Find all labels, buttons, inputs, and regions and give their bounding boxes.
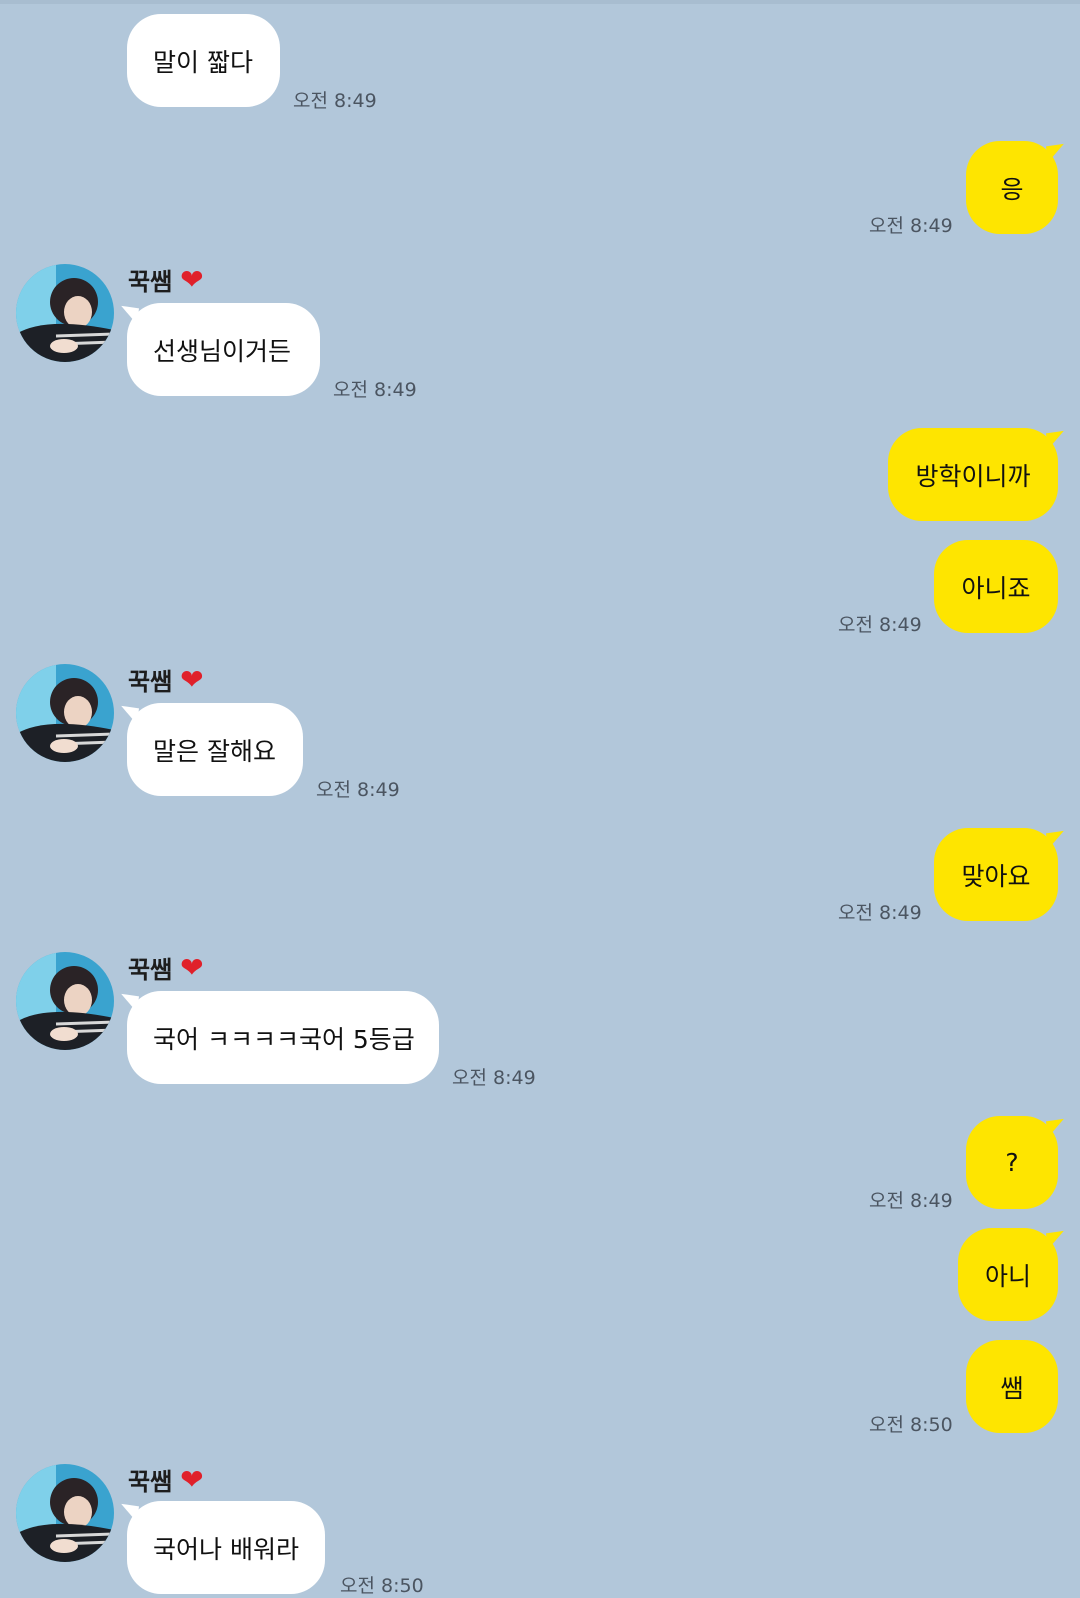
message-bubble-incoming[interactable]: 선생님이거든: [127, 303, 320, 396]
message-time: 오전 8:49: [838, 902, 922, 924]
heart-icon: ❤: [180, 1462, 204, 1496]
message-bubble-outgoing[interactable]: 맞아요: [934, 828, 1058, 921]
avatar-photo: [16, 264, 114, 362]
message-time: 오전 8:49: [293, 90, 377, 112]
sender-name-text: 꾹쌤: [128, 268, 173, 296]
sender-name: 꾹쌤 ❤: [128, 662, 204, 697]
heart-icon: ❤: [180, 950, 204, 984]
message-time: 오전 8:49: [333, 379, 417, 401]
message-time: 오전 8:49: [869, 1190, 953, 1212]
sender-name-text: 꾹쌤: [128, 668, 173, 696]
message-bubble-outgoing[interactable]: 방학이니까: [888, 428, 1058, 521]
message-bubble-outgoing[interactable]: 아니: [958, 1228, 1058, 1321]
contact-avatar[interactable]: [16, 664, 114, 762]
heart-icon: ❤: [180, 262, 204, 296]
message-bubble-incoming[interactable]: 말은 잘해요: [127, 703, 303, 796]
avatar-photo: [16, 952, 114, 1050]
avatar-photo: [16, 1464, 114, 1562]
contact-avatar[interactable]: [16, 264, 114, 362]
sender-name: 꾹쌤 ❤: [128, 1462, 204, 1497]
message-time: 오전 8:49: [838, 614, 922, 636]
message-bubble-outgoing[interactable]: 응: [966, 141, 1058, 234]
message-time: 오전 8:49: [869, 215, 953, 237]
sender-name: 꾹쌤 ❤: [128, 950, 204, 985]
message-bubble-outgoing[interactable]: ?: [966, 1116, 1058, 1209]
avatar-photo: [16, 664, 114, 762]
heart-icon: ❤: [180, 662, 204, 696]
message-bubble-outgoing[interactable]: 아니죠: [934, 540, 1058, 633]
message-bubble-outgoing[interactable]: 쌤: [966, 1340, 1058, 1433]
message-time: 오전 8:49: [316, 779, 400, 801]
message-time: 오전 8:49: [452, 1067, 536, 1089]
message-bubble-incoming[interactable]: 말이 짧다: [127, 14, 280, 107]
sender-name-text: 꾹쌤: [128, 1468, 173, 1496]
sender-name-text: 꾹쌤: [128, 956, 173, 984]
message-bubble-incoming[interactable]: 국어나 배워라: [127, 1501, 325, 1594]
message-time: 오전 8:50: [869, 1414, 953, 1436]
message-bubble-incoming[interactable]: 국어 ㅋㅋㅋㅋ국어 5등급: [127, 991, 439, 1084]
contact-avatar[interactable]: [16, 1464, 114, 1562]
top-edge: [0, 0, 1080, 4]
contact-avatar[interactable]: [16, 952, 114, 1050]
message-time: 오전 8:50: [340, 1575, 424, 1597]
sender-name: 꾹쌤 ❤: [128, 262, 204, 297]
